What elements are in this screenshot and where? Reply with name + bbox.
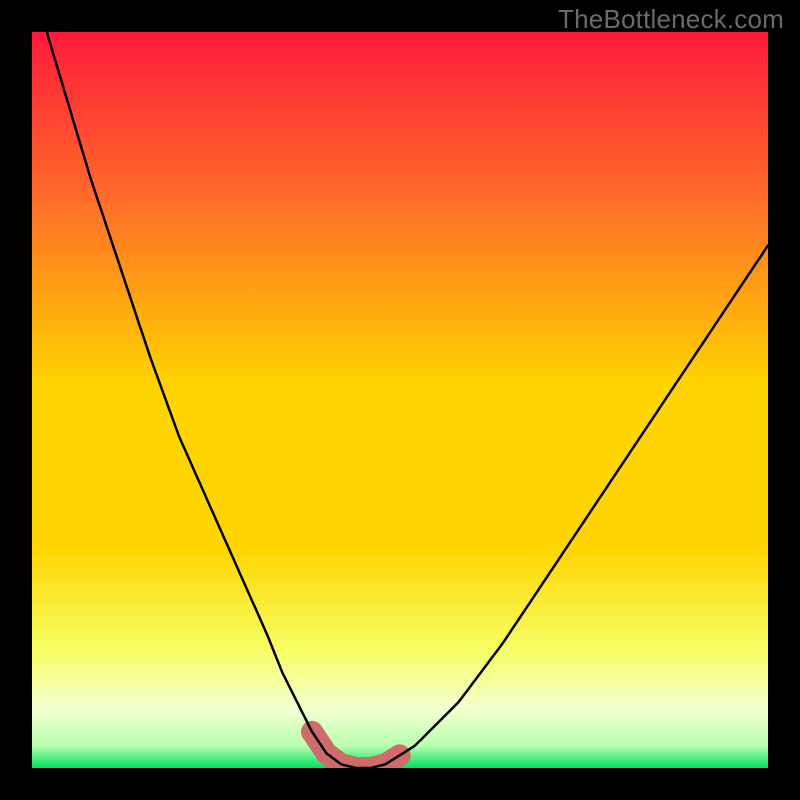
watermark-text: TheBottleneck.com	[558, 4, 784, 35]
chart-svg	[32, 32, 768, 768]
plot-area	[32, 32, 768, 768]
gradient-bg	[32, 32, 768, 768]
chart-frame: TheBottleneck.com	[0, 0, 800, 800]
